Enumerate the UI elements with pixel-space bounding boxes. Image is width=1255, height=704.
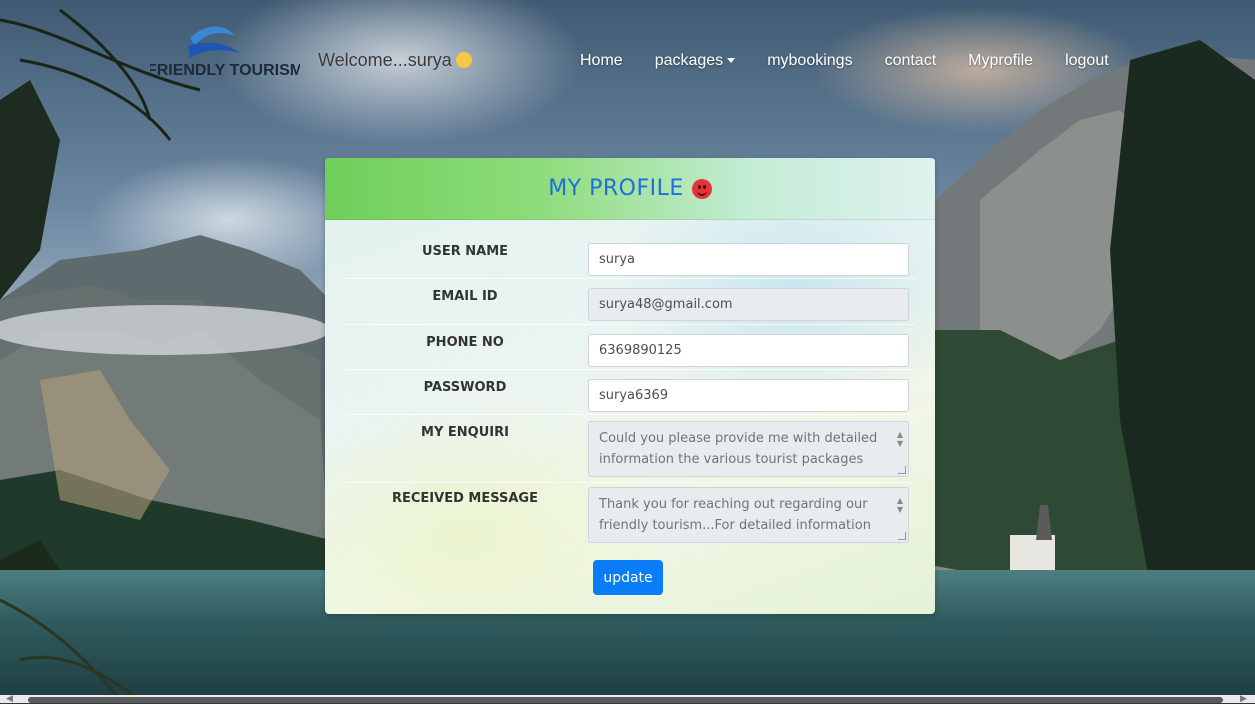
received-message-textarea[interactable]: Thank you for reaching out regarding our…: [588, 487, 909, 543]
row-enquiry: MY ENQUIRI Could you please provide me w…: [345, 415, 915, 483]
red-smiley-icon: [691, 178, 712, 199]
main-nav: Home packages mybookings contact Myprofi…: [580, 52, 1141, 70]
nav-logout[interactable]: logout: [1065, 52, 1109, 70]
email-field[interactable]: surya48@gmail.com: [588, 288, 909, 321]
profile-card-header: MY PROFILE: [325, 158, 935, 220]
scroll-right-icon[interactable]: ▶: [1240, 693, 1247, 704]
phone-label: PHONE NO: [426, 335, 504, 350]
caret-down-icon: [727, 58, 736, 63]
scrollbar-thumb[interactable]: [28, 697, 1223, 703]
username-input[interactable]: surya: [588, 243, 909, 276]
username-label: USER NAME: [421, 244, 509, 259]
logo-text: FRIENDLY TOURISM: [150, 62, 300, 79]
enquiry-text: Could you please provide me with detaile…: [599, 431, 878, 467]
email-label: EMAIL ID: [432, 289, 498, 304]
enquiry-label: MY ENQUIRI: [421, 425, 509, 440]
site-logo[interactable]: FRIENDLY TOURISM: [150, 18, 300, 98]
password-label: PASSWORD: [423, 380, 507, 395]
smiley-icon: [455, 52, 472, 68]
resize-grip-icon[interactable]: [898, 532, 906, 540]
nav-myprofile[interactable]: Myprofile: [968, 52, 1033, 70]
profile-form: USER NAME surya EMAIL ID surya48@gmail.c…: [345, 234, 915, 547]
nav-contact[interactable]: contact: [885, 52, 937, 70]
row-received-message: RECEIVED MESSAGE Thank you for reaching …: [345, 483, 915, 547]
welcome-message: Welcome...surya: [318, 50, 472, 71]
row-password: PASSWORD surya6369: [345, 370, 915, 415]
update-button[interactable]: update: [593, 560, 663, 595]
password-input[interactable]: surya6369: [588, 379, 909, 412]
received-message-text: Thank you for reaching out regarding our…: [599, 497, 871, 533]
welcome-text: Welcome...surya: [318, 50, 452, 70]
nav-packages[interactable]: packages: [655, 52, 736, 70]
enquiry-textarea[interactable]: Could you please provide me with detaile…: [588, 421, 909, 477]
nav-packages-label: packages: [654, 52, 724, 69]
textarea-spin-icon[interactable]: ▲ ▼: [897, 430, 903, 448]
phone-input[interactable]: 6369890125: [588, 334, 909, 367]
profile-title: MY PROFILE: [548, 176, 684, 201]
row-username: USER NAME surya: [345, 234, 915, 279]
row-phone: PHONE NO 6369890125: [345, 325, 915, 370]
nav-mybookings[interactable]: mybookings: [767, 52, 852, 70]
nav-home[interactable]: Home: [580, 52, 623, 70]
profile-card: MY PROFILE USER NAME surya EMAIL ID sury…: [325, 158, 935, 614]
row-email: EMAIL ID surya48@gmail.com: [345, 279, 915, 325]
received-message-label: RECEIVED MESSAGE: [392, 491, 538, 506]
scroll-left-icon[interactable]: ◀: [6, 693, 13, 704]
textarea-spin-icon[interactable]: ▲ ▼: [897, 496, 903, 514]
resize-grip-icon[interactable]: [898, 466, 906, 474]
